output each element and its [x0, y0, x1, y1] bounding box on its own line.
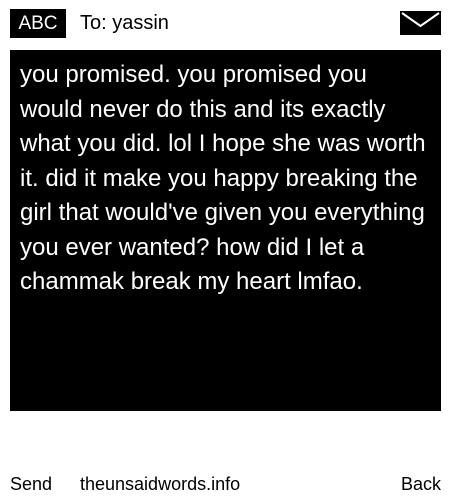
input-mode-badge[interactable]: ABC: [10, 9, 66, 38]
send-button[interactable]: Send: [10, 470, 52, 498]
envelope-icon: [400, 11, 441, 35]
site-link[interactable]: theunsaidwords.info: [80, 470, 240, 498]
back-button[interactable]: Back: [401, 470, 441, 498]
message-header: ABC To: yassin: [0, 0, 450, 46]
softkey-bar: Send theunsaidwords.info Back: [0, 470, 450, 498]
message-body[interactable]: you promised. you promised you would nev…: [10, 50, 441, 411]
recipient-label: To: yassin: [80, 12, 169, 34]
